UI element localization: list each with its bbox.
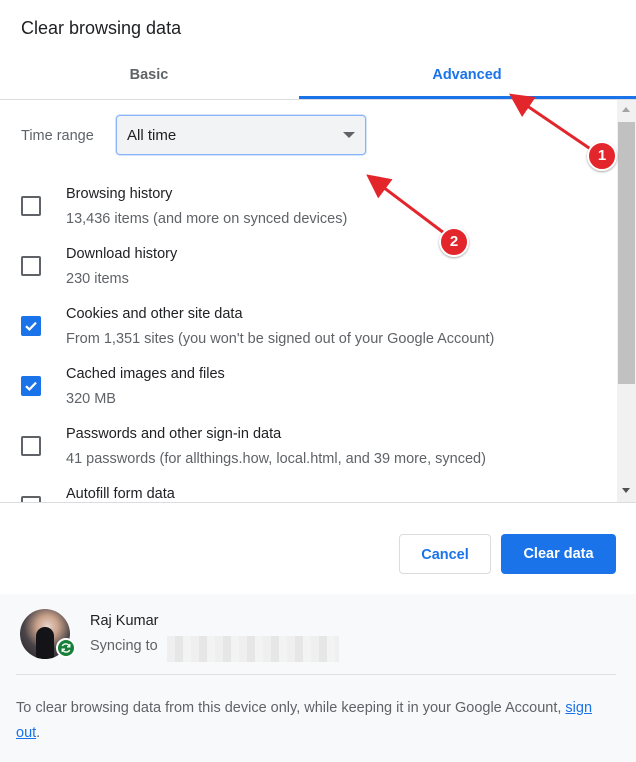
item-title: Cached images and files: [66, 366, 225, 382]
checkbox-cookies[interactable]: [21, 316, 41, 336]
account-name: Raj Kumar: [90, 613, 159, 629]
clear-data-button[interactable]: Clear data: [501, 534, 616, 574]
footer-divider: [16, 674, 616, 675]
caret-down-icon: [343, 132, 355, 138]
time-range-label: Time range: [21, 128, 94, 144]
annotation-marker-1: 1: [587, 141, 617, 171]
checkbox-cached-images[interactable]: [21, 376, 41, 396]
item-title: Download history: [66, 246, 178, 262]
checkbox-passwords[interactable]: [21, 436, 41, 456]
checkbox-download-history[interactable]: [21, 256, 41, 276]
advanced-options-panel[interactable]: Time range All time Browsing history 13,…: [0, 100, 636, 502]
cancel-button[interactable]: Cancel: [399, 534, 491, 574]
tab-bar: Basic Advanced: [0, 50, 636, 100]
checkmark-icon: [25, 381, 37, 391]
sync-arrows-icon: [61, 643, 71, 653]
option-autofill[interactable]: Autofill form data: [0, 480, 610, 502]
footer-message: To clear browsing data from this device …: [16, 696, 606, 746]
dialog-title: Clear browsing data: [21, 18, 182, 38]
option-cookies[interactable]: Cookies and other site data From 1,351 s…: [0, 300, 610, 360]
footer-text-end: .: [36, 725, 41, 741]
option-cached-images[interactable]: Cached images and files 320 MB: [0, 360, 610, 420]
sync-status: Syncing to: [90, 638, 158, 654]
account-footer: Raj Kumar Syncing to To clear browsing d…: [0, 594, 636, 762]
option-browsing-history[interactable]: Browsing history 13,436 items (and more …: [0, 180, 610, 240]
item-subtitle: 13,436 items (and more on synced devices…: [66, 211, 348, 227]
content-divider: [0, 502, 636, 503]
option-passwords[interactable]: Passwords and other sign-in data 41 pass…: [0, 420, 610, 480]
tab-basic[interactable]: Basic: [0, 50, 298, 100]
avatar-silhouette: [36, 627, 54, 659]
item-title: Passwords and other sign-in data: [66, 426, 282, 442]
annotation-marker-2: 2: [439, 227, 469, 257]
item-subtitle: 230 items: [66, 271, 129, 287]
item-title: Browsing history: [66, 186, 173, 202]
redacted-email: [167, 636, 339, 662]
checkbox-browsing-history[interactable]: [21, 196, 41, 216]
tab-advanced[interactable]: Advanced: [298, 50, 636, 100]
scrollbar[interactable]: [617, 100, 636, 502]
scroll-up-icon[interactable]: [622, 107, 630, 112]
scroll-down-icon[interactable]: [622, 488, 630, 493]
item-title: Autofill form data: [66, 486, 175, 502]
footer-text: To clear browsing data from this device …: [16, 700, 566, 716]
sync-icon: [56, 638, 76, 658]
time-range-value: All time: [127, 127, 177, 144]
checkmark-icon: [25, 321, 37, 331]
item-subtitle: 320 MB: [66, 391, 116, 407]
time-range-select[interactable]: All time: [116, 115, 366, 155]
item-subtitle: 41 passwords (for allthings.how, local.h…: [66, 451, 486, 467]
item-title: Cookies and other site data: [66, 306, 243, 322]
option-download-history[interactable]: Download history 230 items: [0, 240, 610, 300]
scrollbar-thumb[interactable]: [618, 122, 635, 384]
item-subtitle: From 1,351 sites (you won't be signed ou…: [66, 331, 495, 347]
